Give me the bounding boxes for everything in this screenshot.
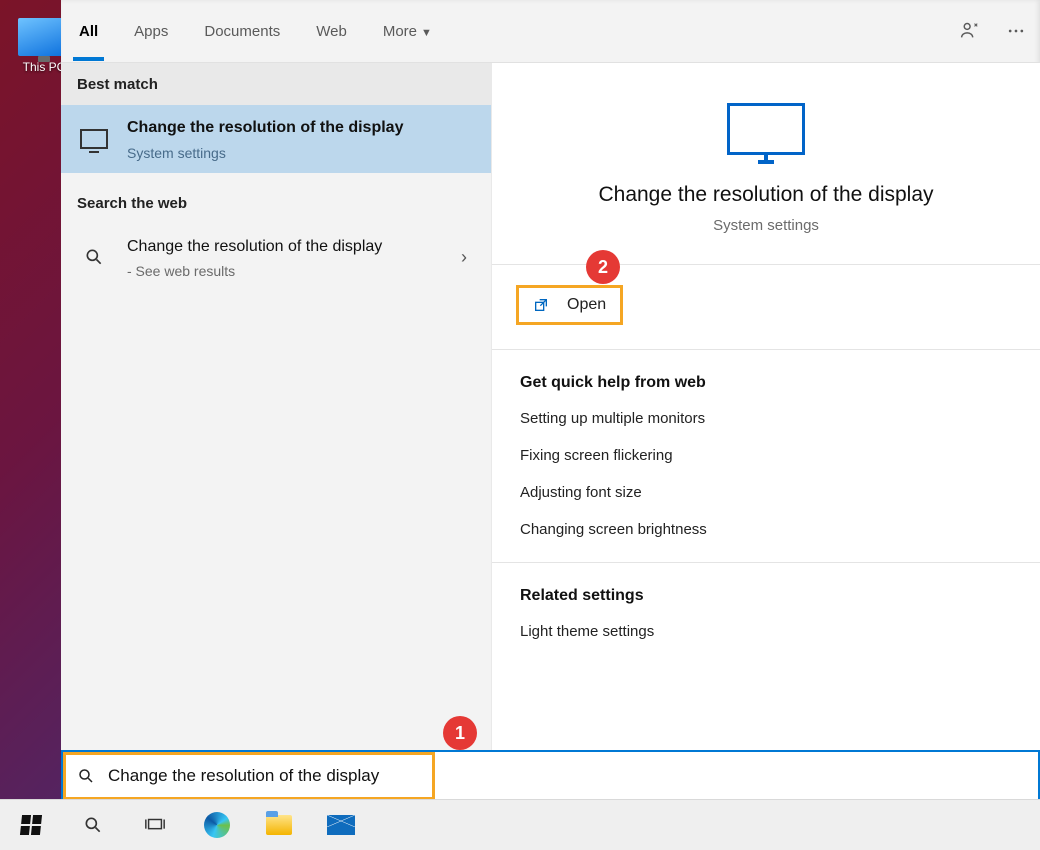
open-button[interactable]: Open (516, 285, 623, 325)
preview-subtitle: System settings (508, 217, 1024, 234)
search-icon (66, 767, 106, 785)
result-preview-pane: Change the resolution of the display Sys… (491, 63, 1040, 798)
best-match-result[interactable]: Change the resolution of the display Sys… (61, 105, 491, 173)
web-result-title: Change the resolution of the display (127, 236, 437, 258)
search-input[interactable] (106, 765, 432, 787)
start-button[interactable] (0, 800, 62, 850)
mail-icon (327, 815, 355, 835)
annotation-badge-2: 2 (586, 250, 620, 284)
preview-title: Change the resolution of the display (508, 183, 1024, 207)
tab-all[interactable]: All (79, 3, 98, 60)
help-link[interactable]: Changing screen brightness (492, 511, 1040, 548)
more-options-icon[interactable] (1006, 21, 1026, 41)
help-link[interactable]: Fixing screen flickering (492, 437, 1040, 474)
annotation-badge-1: 1 (443, 716, 477, 750)
section-best-match: Best match (61, 63, 491, 105)
windows-icon (20, 815, 42, 835)
result-title: Change the resolution of the display (127, 117, 473, 139)
taskbar-search-button[interactable] (62, 800, 124, 850)
related-link[interactable]: Light theme settings (492, 613, 1040, 650)
open-icon (533, 297, 549, 313)
results-list: Best match Change the resolution of the … (61, 63, 491, 798)
tab-web[interactable]: Web (316, 3, 347, 60)
help-link[interactable]: Adjusting font size (492, 474, 1040, 511)
chevron-right-icon: › (455, 247, 473, 268)
search-scope-tabs: All Apps Documents Web More▼ (61, 0, 1040, 63)
monitor-icon (79, 127, 109, 151)
monitor-icon (727, 103, 805, 155)
search-results-panel: All Apps Documents Web More▼ Best match … (61, 0, 1040, 798)
edge-icon (204, 812, 230, 838)
task-view-button[interactable] (124, 800, 186, 850)
tab-apps[interactable]: Apps (134, 3, 168, 60)
folder-icon (266, 815, 292, 835)
help-link[interactable]: Setting up multiple monitors (492, 400, 1040, 437)
taskbar-app-explorer[interactable] (248, 800, 310, 850)
search-icon (79, 245, 109, 269)
taskbar (0, 799, 1040, 850)
tab-documents[interactable]: Documents (204, 3, 280, 60)
taskbar-app-mail[interactable] (310, 800, 372, 850)
section-search-web: Search the web (61, 173, 491, 224)
web-result[interactable]: Change the resolution of the display - S… (61, 224, 491, 292)
account-icon[interactable] (958, 20, 980, 42)
tab-more[interactable]: More▼ (383, 3, 432, 60)
related-settings-heading: Related settings (492, 563, 1040, 613)
open-label: Open (567, 296, 606, 314)
chevron-down-icon: ▼ (421, 27, 432, 39)
result-subtitle: System settings (127, 145, 473, 161)
search-bar[interactable]: 1 (61, 750, 1040, 802)
taskbar-app-edge[interactable] (186, 800, 248, 850)
web-result-subtitle: - See web results (127, 263, 437, 279)
quick-help-heading: Get quick help from web (492, 350, 1040, 400)
